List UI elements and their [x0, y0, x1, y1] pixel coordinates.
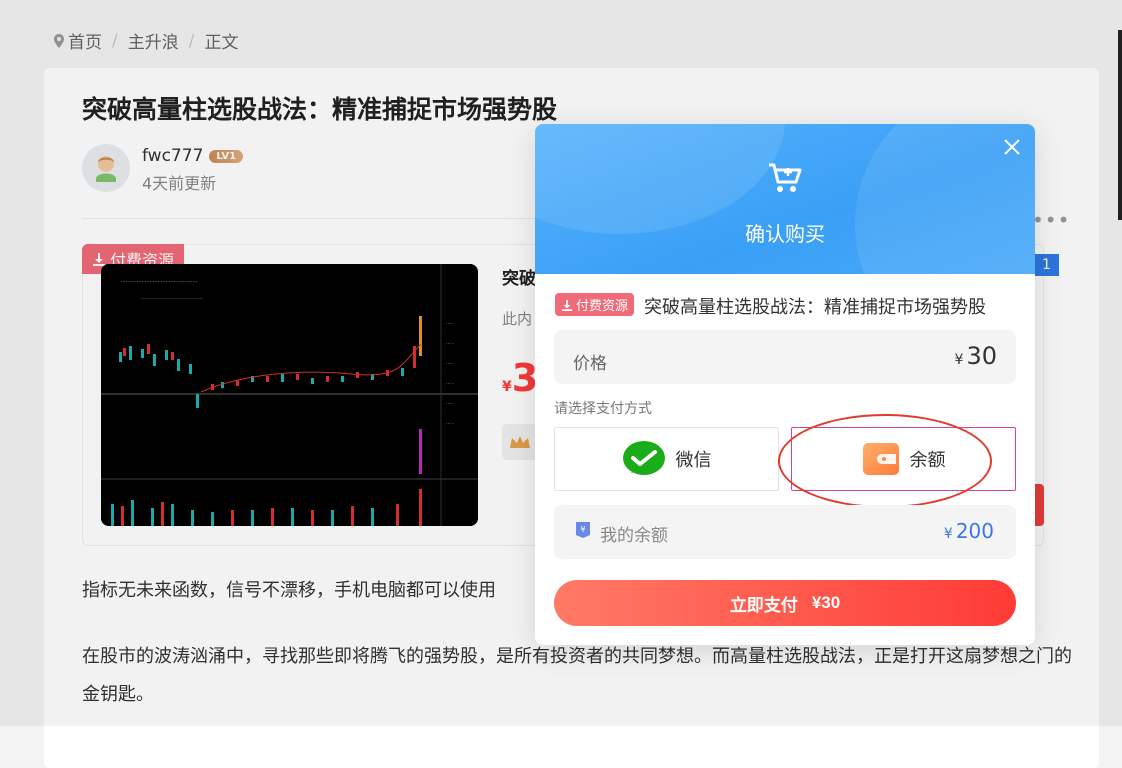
svg-text:¥: ¥	[580, 525, 585, 534]
purchase-modal: 确认购买 付费资源 突破高量柱选股战法：精准捕捉市场强势股 价格 ¥30 请选择…	[535, 124, 1035, 645]
annotation-circle	[778, 414, 992, 508]
cart-plus-icon	[769, 163, 802, 192]
price-number: 30	[966, 342, 997, 370]
balance-value: ¥200	[944, 519, 994, 543]
balance-icon: ¥	[576, 522, 590, 538]
download-icon	[561, 299, 573, 311]
balance-symbol: ¥	[943, 526, 953, 542]
wechat-icon	[622, 441, 665, 475]
price-label: 价格	[573, 354, 607, 374]
close-icon[interactable]	[1001, 136, 1023, 158]
balance-number: 200	[955, 519, 994, 543]
modal-paid-tag: 付费资源	[555, 293, 635, 316]
pay-button-label: 立即支付	[729, 595, 798, 615]
pay-option-wechat[interactable]: 微信	[554, 427, 779, 491]
price-symbol: ¥	[954, 352, 964, 368]
balance-label: 我的余额	[600, 526, 668, 546]
pay-button-amount: ¥30	[811, 593, 841, 612]
modal-title: 确认购买	[745, 222, 825, 246]
price-value: ¥30	[955, 342, 997, 370]
payment-method-label: 请选择支付方式	[554, 401, 652, 417]
modal-resource-title: 突破高量柱选股战法：精准捕捉市场强势股	[644, 297, 986, 318]
modal-header: 确认购买	[535, 124, 1035, 274]
modal-tag-label: 付费资源	[576, 299, 629, 314]
price-row: 价格 ¥30	[554, 330, 1016, 384]
pay-option-label: 微信	[675, 450, 712, 471]
balance-row: ¥ 我的余额 ¥200	[554, 505, 1016, 559]
page: 首页 / 主升浪 / 正文 突破高量柱选股战法：精准捕捉市场强势股 fwc777…	[0, 0, 1122, 768]
pay-now-button[interactable]: 立即支付 ¥30	[554, 580, 1016, 626]
